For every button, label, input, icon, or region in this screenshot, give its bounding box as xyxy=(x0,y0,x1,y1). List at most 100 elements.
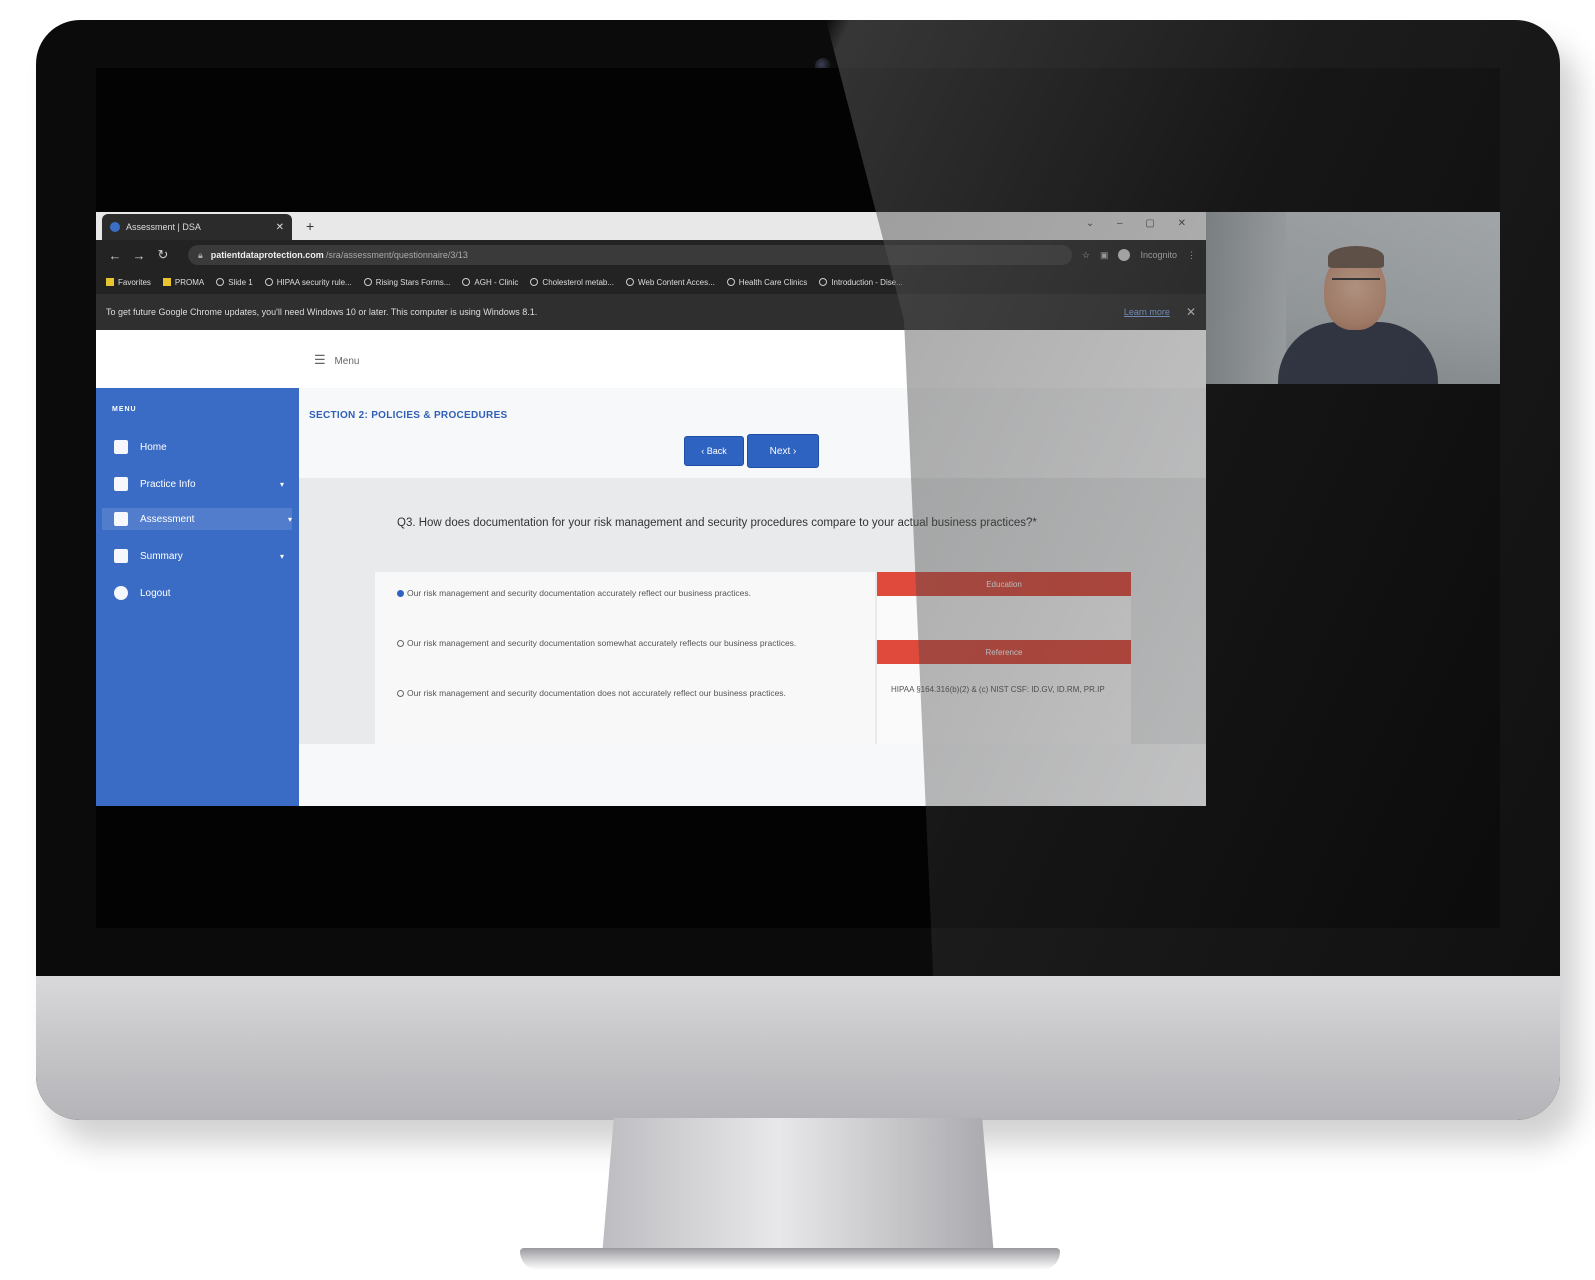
building-icon xyxy=(114,477,128,491)
app-header: ☰ Menu xyxy=(96,330,1206,388)
star-icon[interactable]: ☆ xyxy=(1082,250,1090,261)
sidebar-item-home[interactable]: Home xyxy=(114,436,284,458)
infobar-message: To get future Google Chrome updates, you… xyxy=(106,307,538,317)
browser-tab[interactable]: Assessment | DSA ✕ xyxy=(102,214,292,240)
answer-option-1[interactable]: Our risk management and security documen… xyxy=(397,586,847,600)
menu-toggle-label: Menu xyxy=(334,356,360,367)
url-path: /sra/assessment/questionnaire/3/13 xyxy=(325,250,468,260)
answer-label: Our risk management and security documen… xyxy=(407,688,786,698)
tab-close-icon[interactable]: ✕ xyxy=(276,222,284,233)
bookmark-item[interactable]: Favorites xyxy=(106,278,151,287)
bookmark-item[interactable]: AGH - Clinic xyxy=(462,278,518,287)
bookmark-item[interactable]: Rising Stars Forms... xyxy=(363,278,450,287)
kebab-menu-icon[interactable]: ⋮ xyxy=(1187,250,1196,261)
webcam-video xyxy=(1206,212,1500,384)
globe-icon xyxy=(363,278,372,287)
imac-frame: Assessment | DSA ✕ + ⌄ – ▢ ✕ ← → ↻ 🔒︎ pa… xyxy=(36,20,1560,1120)
presenter-glasses xyxy=(1332,278,1380,290)
main-content: SECTION 2: POLICIES & PROCEDURES ‹ Back … xyxy=(299,388,1206,806)
radio-button[interactable] xyxy=(397,690,404,698)
sidebar-title: MENU xyxy=(112,406,137,413)
tab-bar: Assessment | DSA ✕ + ⌄ – ▢ ✕ xyxy=(96,212,1206,240)
window-controls[interactable]: ⌄ – ▢ ✕ xyxy=(1086,218,1196,229)
learn-more-link[interactable]: Learn more xyxy=(1124,307,1170,317)
chevron-down-icon: ▾ xyxy=(279,479,284,489)
answer-options: Our risk management and security documen… xyxy=(375,572,875,744)
question-text: Q3. How does documentation for your risk… xyxy=(397,517,1037,529)
bookmarks-bar: Favorites PROMA Slide 1 HIPAA security r… xyxy=(96,270,1206,294)
sidebar-item-label: Summary xyxy=(140,550,183,562)
browser-window: Assessment | DSA ✕ + ⌄ – ▢ ✕ ← → ↻ 🔒︎ pa… xyxy=(96,212,1206,806)
chevron-down-icon: ▾ xyxy=(279,551,284,561)
forward-arrow-icon[interactable]: → xyxy=(130,248,148,263)
resource-panel: Education Reference HIPAA §164.316(b)(2)… xyxy=(877,572,1131,744)
globe-icon xyxy=(462,278,471,287)
menu-toggle-button[interactable]: ☰ Menu xyxy=(314,352,359,368)
presenter-shirt xyxy=(1278,322,1438,384)
sidebar-item-label: Home xyxy=(140,441,167,453)
globe-icon xyxy=(726,278,735,287)
update-infobar: To get future Google Chrome updates, you… xyxy=(96,294,1206,330)
globe-icon xyxy=(264,278,273,287)
folder-icon xyxy=(162,278,171,287)
globe-icon xyxy=(530,278,539,287)
extension-icon[interactable]: ▣ xyxy=(1100,250,1109,261)
webcam-background xyxy=(1206,212,1286,384)
back-button[interactable]: ‹ Back xyxy=(684,436,744,466)
sidebar-item-practice-info[interactable]: Practice Info ▾ xyxy=(114,473,284,495)
new-tab-button[interactable]: + xyxy=(306,218,314,234)
bookmark-item[interactable]: Slide 1 xyxy=(216,278,253,287)
lock-icon: 🔒︎ xyxy=(198,249,203,260)
home-icon xyxy=(114,440,128,454)
back-arrow-icon[interactable]: ← xyxy=(106,248,124,263)
incognito-label: Incognito xyxy=(1140,250,1177,260)
sidebar-item-label: Logout xyxy=(140,587,171,599)
imac-stand xyxy=(602,1118,994,1256)
hamburger-icon: ☰ xyxy=(314,352,326,367)
address-bar[interactable]: 🔒︎ patientdataprotection.com /sra/assess… xyxy=(188,245,1072,265)
answer-option-2[interactable]: Our risk management and security documen… xyxy=(397,636,847,650)
reference-text: HIPAA §164.316(b)(2) & (c) NIST CSF: ID.… xyxy=(891,685,1105,694)
answer-label: Our risk management and security documen… xyxy=(407,638,797,648)
imac-chin xyxy=(36,976,1560,1120)
bookmark-item[interactable]: Health Care Clinics xyxy=(726,278,807,287)
sidebar-item-label: Practice Info xyxy=(140,478,196,490)
globe-icon xyxy=(216,278,225,287)
chevron-down-icon: ▾ xyxy=(287,514,292,524)
education-button[interactable]: Education xyxy=(877,572,1131,596)
globe-icon xyxy=(626,278,635,287)
gear-icon xyxy=(114,586,128,600)
section-title: SECTION 2: POLICIES & PROCEDURES xyxy=(309,410,508,421)
monitor-screen: Assessment | DSA ✕ + ⌄ – ▢ ✕ ← → ↻ 🔒︎ pa… xyxy=(96,68,1500,928)
reload-icon[interactable]: ↻ xyxy=(154,247,172,263)
question-panel: Q3. How does documentation for your risk… xyxy=(299,478,1206,744)
presenter-hair xyxy=(1328,246,1384,268)
sidebar-item-logout[interactable]: Logout xyxy=(114,582,284,604)
radio-button-selected[interactable] xyxy=(397,590,404,598)
infobar-close-icon[interactable]: ✕ xyxy=(1186,305,1196,319)
bookmark-item[interactable]: PROMA xyxy=(162,278,204,287)
favicon-icon xyxy=(110,222,120,232)
sidebar-item-assessment[interactable]: Assessment ▾ xyxy=(102,508,292,530)
sidebar-item-label: Assessment xyxy=(140,513,195,525)
clipboard-icon xyxy=(114,549,128,563)
clipboard-icon xyxy=(114,512,128,526)
reference-button[interactable]: Reference xyxy=(877,640,1131,664)
answer-option-3[interactable]: Our risk management and security documen… xyxy=(397,686,847,700)
bookmark-item[interactable]: Web Content Acces... xyxy=(626,278,715,287)
sidebar-item-summary[interactable]: Summary ▾ xyxy=(114,545,284,567)
bookmark-item[interactable]: Cholesterol metab... xyxy=(530,278,614,287)
folder-icon xyxy=(106,278,114,287)
sidebar: MENU Home Practice Info ▾ Assessment ▾ S… xyxy=(96,388,299,806)
bookmark-item[interactable]: Introduction - Dise... xyxy=(819,278,903,287)
bookmark-item[interactable]: HIPAA security rule... xyxy=(264,278,352,287)
answer-label: Our risk management and security documen… xyxy=(407,588,751,598)
globe-icon xyxy=(819,278,828,287)
app-page: ☰ Menu MENU Home Practice Info ▾ Assessm… xyxy=(96,330,1206,806)
radio-button[interactable] xyxy=(397,640,404,648)
url-domain: patientdataprotection.com xyxy=(210,250,324,260)
imac-stand-base xyxy=(520,1248,1060,1270)
next-button[interactable]: Next › xyxy=(747,434,819,468)
tab-title: Assessment | DSA xyxy=(126,222,201,232)
incognito-icon[interactable] xyxy=(1118,249,1131,261)
